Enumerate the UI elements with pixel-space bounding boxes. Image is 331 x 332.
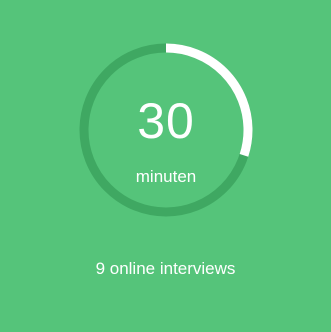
duration-value: 30 xyxy=(137,93,195,149)
progress-ring: 30 minuten xyxy=(79,43,253,217)
interview-count-caption: 9 online interviews xyxy=(95,259,236,278)
stat-card: 30 minuten 9 online interviews xyxy=(0,0,331,332)
duration-unit: minuten xyxy=(135,167,197,186)
